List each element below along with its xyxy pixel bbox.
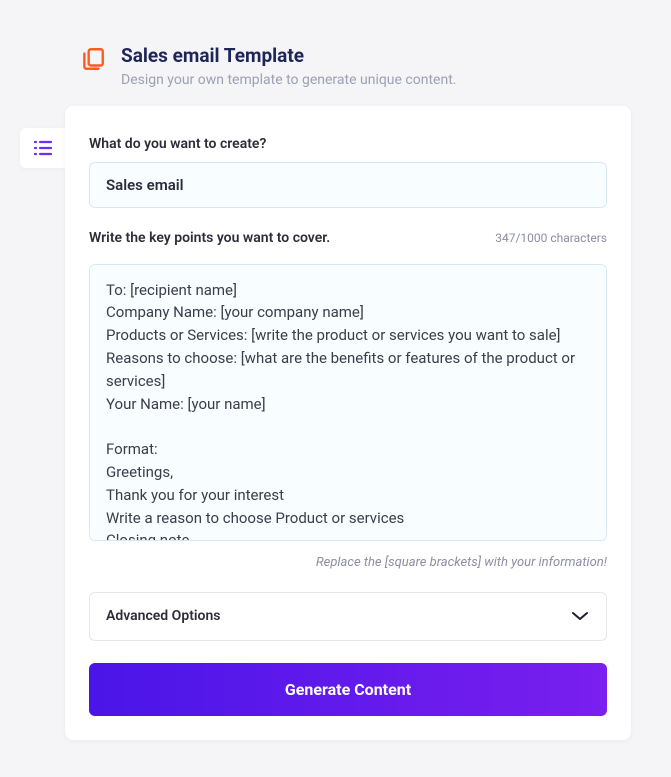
page-subtitle: Design your own template to generate uni… [121, 72, 456, 88]
chevron-down-icon [570, 607, 590, 626]
advanced-label: Advanced Options [106, 608, 220, 624]
hint-text: Replace the [square brackets] with your … [89, 555, 607, 570]
list-icon [32, 139, 54, 157]
templates-list-tab[interactable] [20, 128, 65, 168]
keypoints-textarea[interactable] [89, 264, 607, 541]
keypoints-label: Write the key points you want to cover. [89, 230, 330, 246]
generate-button[interactable]: Generate Content [89, 663, 607, 716]
template-form-card: What do you want to create? Write the ke… [65, 106, 631, 740]
page-title: Sales email Template [121, 44, 456, 69]
page-header: Sales email Template Design your own tem… [0, 0, 671, 88]
copy-icon [80, 46, 106, 72]
create-input[interactable] [89, 162, 607, 208]
char-count: 347/1000 characters [495, 231, 607, 245]
create-label: What do you want to create? [89, 136, 607, 152]
advanced-options-toggle[interactable]: Advanced Options [89, 592, 607, 641]
